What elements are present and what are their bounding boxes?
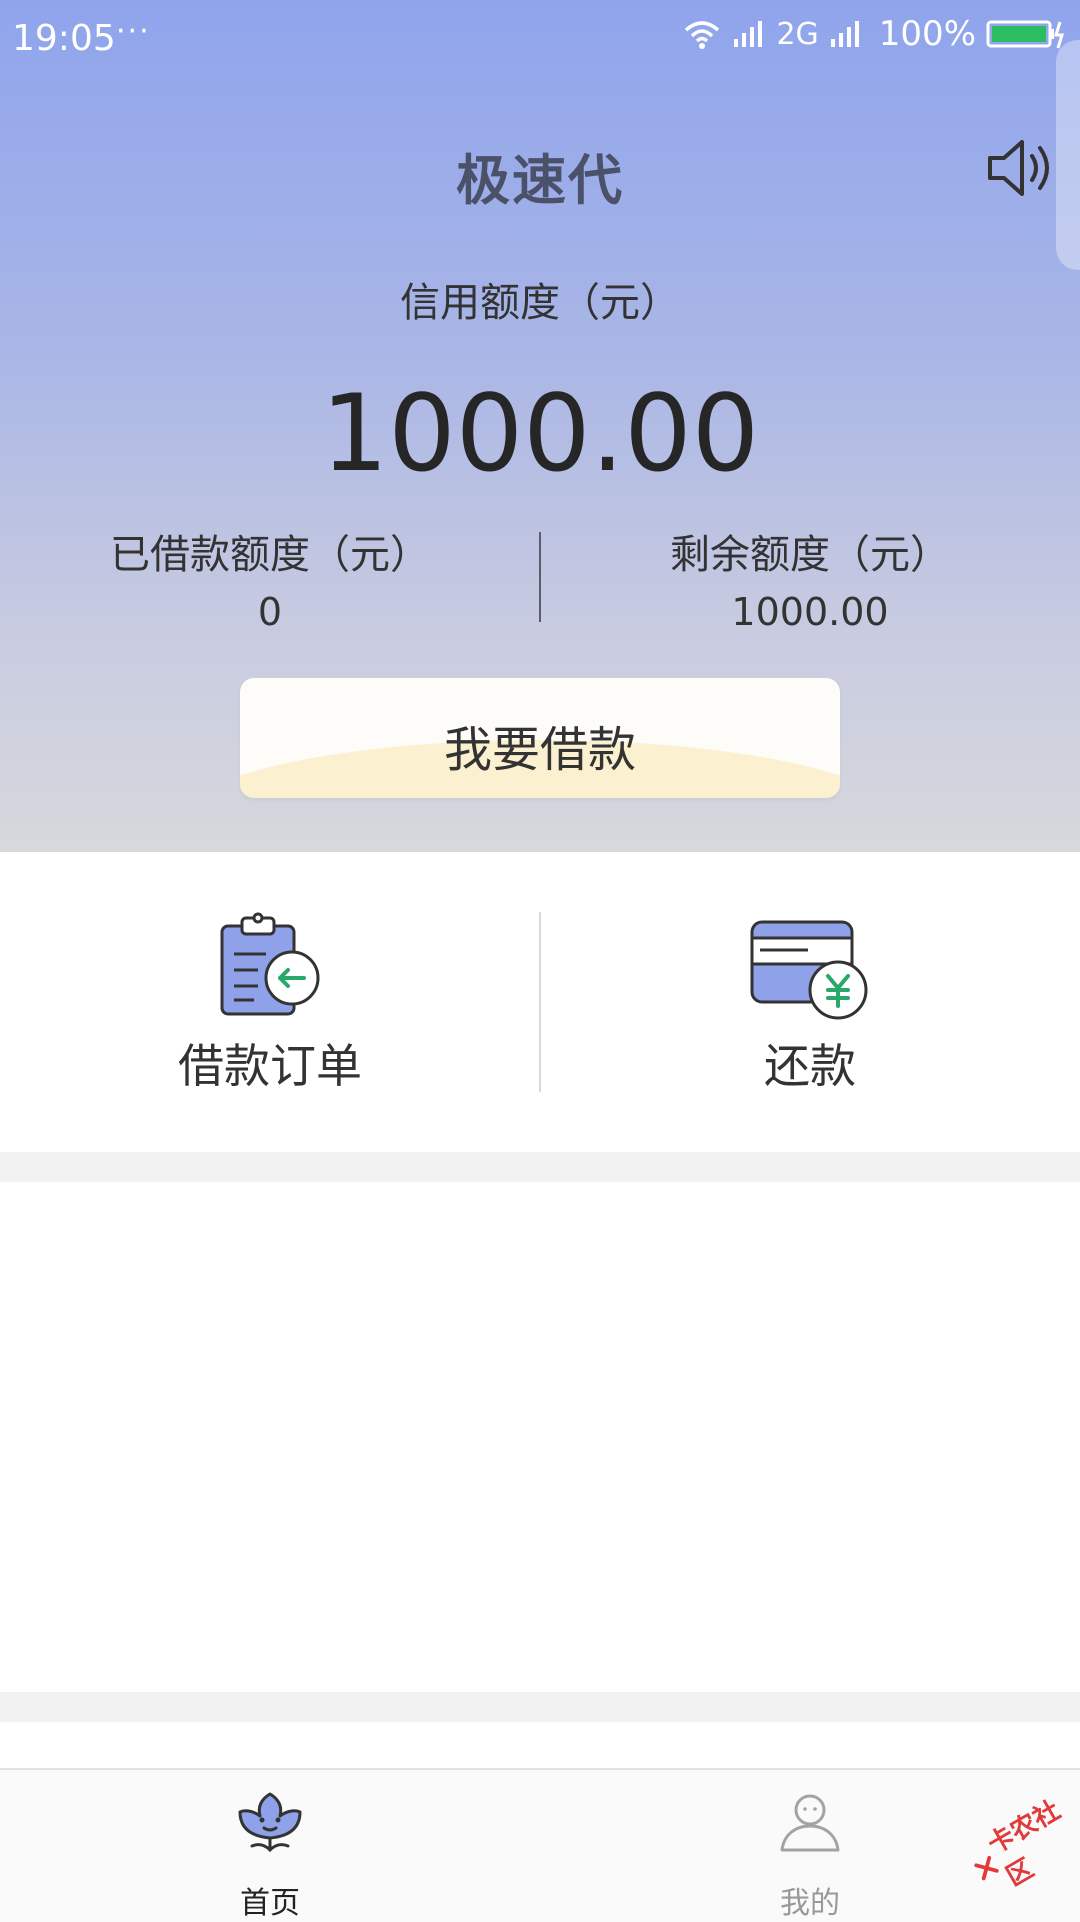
status-dots: ··· bbox=[116, 14, 151, 49]
tab-home-label: 首页 bbox=[0, 1878, 540, 1922]
borrowed-stat: 已借款额度（元） 0 bbox=[0, 522, 540, 634]
status-bar: 19:05 ··· 2G 100% bbox=[0, 0, 1080, 76]
network-type: 2G bbox=[776, 17, 818, 52]
home-flower-icon bbox=[238, 1790, 302, 1854]
remaining-value: 1000.00 bbox=[540, 590, 1080, 634]
status-indicators: 2G 100% bbox=[682, 14, 1066, 54]
credit-amount: 1000.00 bbox=[0, 372, 1080, 495]
user-icon bbox=[778, 1790, 842, 1854]
remaining-stat: 剩余额度（元） 1000.00 bbox=[540, 522, 1080, 634]
action-row: 借款订单 还款 bbox=[0, 852, 1080, 1152]
clipboard-icon bbox=[218, 912, 322, 1022]
section-separator bbox=[0, 1152, 1080, 1182]
borrow-button-label: 我要借款 bbox=[240, 710, 840, 780]
bottom-tab-bar: 首页 我的 bbox=[0, 1768, 1080, 1922]
remaining-label: 剩余额度（元） bbox=[540, 522, 1080, 580]
loan-orders-button[interactable]: 借款订单 bbox=[0, 852, 540, 1152]
credit-label: 信用额度（元） bbox=[0, 270, 1080, 328]
loan-orders-label: 借款订单 bbox=[0, 1030, 540, 1096]
repay-button[interactable]: 还款 bbox=[540, 852, 1080, 1152]
signal-icon-2 bbox=[829, 19, 863, 49]
wifi-icon bbox=[682, 18, 722, 50]
card-yuan-icon bbox=[748, 916, 872, 1020]
battery-percent: 100% bbox=[879, 14, 976, 54]
borrowed-value: 0 bbox=[0, 590, 540, 634]
borrow-button[interactable]: 我要借款 bbox=[240, 678, 840, 798]
tab-home[interactable]: 首页 bbox=[0, 1770, 540, 1922]
section-separator bbox=[0, 1692, 1080, 1722]
signal-icon bbox=[732, 19, 766, 49]
borrowed-label: 已借款额度（元） bbox=[0, 522, 540, 580]
speaker-icon[interactable] bbox=[986, 136, 1052, 200]
page-title: 极速代 bbox=[0, 136, 1080, 215]
status-time: 19:05 bbox=[12, 18, 116, 59]
repay-label: 还款 bbox=[540, 1030, 1080, 1096]
battery-icon bbox=[986, 18, 1066, 50]
